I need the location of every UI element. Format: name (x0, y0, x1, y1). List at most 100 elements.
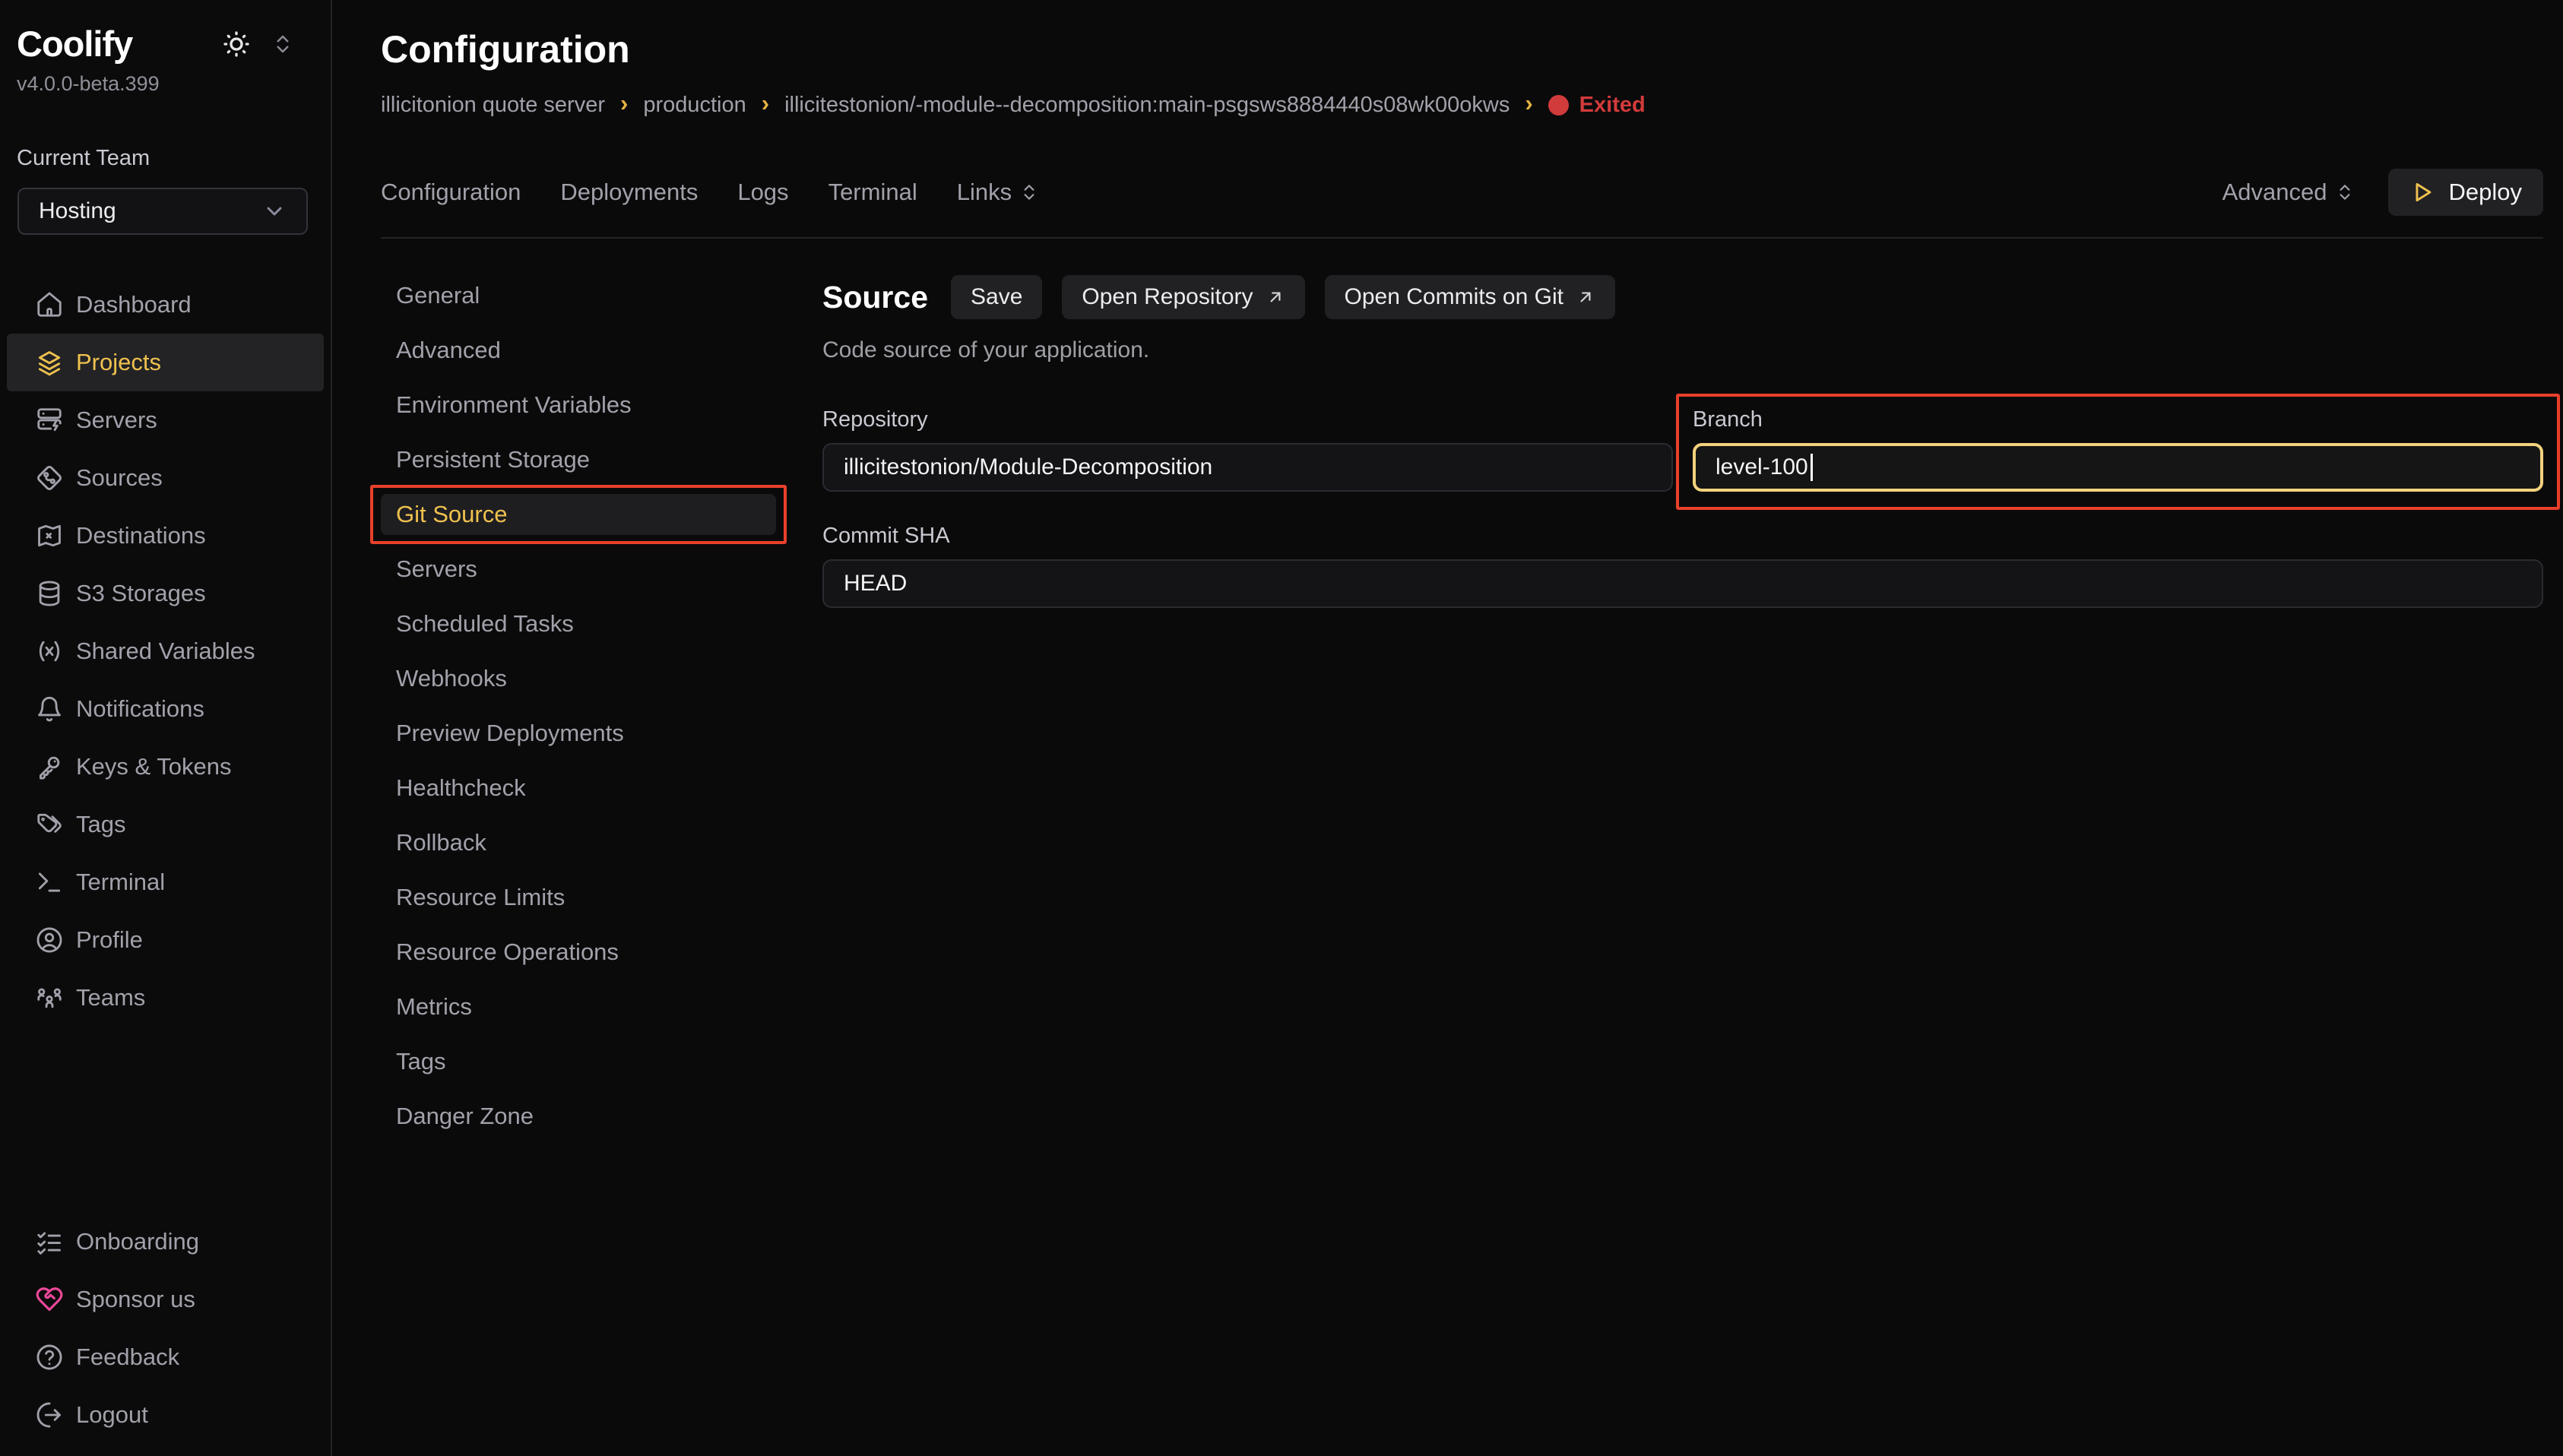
repository-field: Repository illicitestonion/Module-Decomp… (822, 407, 1673, 492)
sidebar-nav: Dashboard Projects Servers Sources Desti… (0, 276, 331, 1027)
key-icon (35, 752, 64, 781)
tab-terminal[interactable]: Terminal (828, 179, 917, 206)
sidebar-item-destinations[interactable]: Destinations (7, 507, 324, 565)
sidebar-item-notifications[interactable]: Notifications (7, 680, 324, 738)
breadcrumb-separator: › (1525, 90, 1532, 117)
subnav-item-general[interactable]: General (381, 275, 776, 316)
save-button[interactable]: Save (951, 275, 1042, 319)
app-logo: Coolify (17, 23, 132, 65)
bell-icon (35, 695, 64, 723)
sidebar-item-keys-tokens[interactable]: Keys & Tokens (7, 738, 324, 796)
subnav-item-danger-zone[interactable]: Danger Zone (381, 1096, 776, 1137)
settings-subnav: General Advanced Environment Variables P… (381, 275, 776, 1456)
subnav-item-git-source[interactable]: Git Source (381, 494, 776, 535)
page-title: Configuration (381, 27, 2543, 71)
sidebar-item-label: Logout (76, 1401, 148, 1429)
subnav-item-resource-operations[interactable]: Resource Operations (381, 932, 776, 973)
subnav-item-tags[interactable]: Tags (381, 1041, 776, 1082)
subnav-item-rollback[interactable]: Rollback (381, 822, 776, 863)
theme-controls (221, 29, 294, 59)
sidebar-item-servers[interactable]: Servers (7, 391, 324, 449)
sidebar-item-projects[interactable]: Projects (7, 334, 324, 391)
subnav-item-webhooks[interactable]: Webhooks (381, 658, 776, 699)
subnav-item-healthcheck[interactable]: Healthcheck (381, 768, 776, 809)
commit-sha-field: Commit SHA HEAD (822, 524, 2543, 608)
sidebar-item-label: Tags (76, 811, 125, 838)
tab-label: Logs (737, 179, 788, 206)
advanced-dropdown[interactable]: Advanced (2222, 179, 2355, 206)
arrow-up-right-icon (1266, 287, 1285, 307)
open-commits-label: Open Commits on Git (1345, 284, 1563, 310)
open-repository-label: Open Repository (1082, 284, 1253, 310)
sidebar-item-label: S3 Storages (76, 580, 206, 607)
tabbar-divider (381, 237, 2543, 239)
commit-sha-input[interactable]: HEAD (822, 559, 2543, 608)
annotation-box: Git Source (370, 485, 787, 544)
sidebar-item-terminal[interactable]: Terminal (7, 853, 324, 911)
tab-label: Links (957, 179, 1012, 206)
database-icon (35, 579, 64, 608)
tab-deployments[interactable]: Deployments (560, 179, 698, 206)
subnav-item-environment-variables[interactable]: Environment Variables (381, 385, 776, 426)
sidebar: Coolify v4.0.0-beta.399 Current Team Hos… (0, 0, 332, 1456)
subnav-item-servers[interactable]: Servers (381, 549, 776, 590)
sidebar-item-dashboard[interactable]: Dashboard (7, 276, 324, 334)
sidebar-item-label: Teams (76, 984, 145, 1011)
sidebar-item-s3-storages[interactable]: S3 Storages (7, 565, 324, 622)
subnav-item-metrics[interactable]: Metrics (381, 986, 776, 1027)
sidebar-item-feedback[interactable]: Feedback (7, 1328, 324, 1386)
subnav-item-preview-deployments[interactable]: Preview Deployments (381, 713, 776, 754)
sidebar-item-shared-variables[interactable]: Shared Variables (7, 622, 324, 680)
arrow-up-right-icon (1576, 287, 1595, 307)
breadcrumb-separator: › (762, 90, 769, 117)
variable-icon (35, 637, 64, 666)
sidebar-bottom-nav: Onboarding Sponsor us Feedback Logout (0, 1213, 331, 1444)
sidebar-item-onboarding[interactable]: Onboarding (7, 1213, 324, 1271)
breadcrumb: illicitonion quote server › production ›… (381, 91, 2543, 119)
sidebar-item-sponsor-us[interactable]: Sponsor us (7, 1271, 324, 1328)
tab-links[interactable]: Links (957, 179, 1039, 206)
save-label: Save (971, 284, 1022, 310)
subnav-item-persistent-storage[interactable]: Persistent Storage (381, 439, 776, 480)
sidebar-item-profile[interactable]: Profile (7, 911, 324, 969)
source-header: Source Save Open Repository Open Commits… (822, 275, 2543, 319)
git-source-form: Source Save Open Repository Open Commits… (776, 275, 2543, 1456)
sidebar-item-teams[interactable]: Teams (7, 969, 324, 1027)
subnav-item-advanced[interactable]: Advanced (381, 330, 776, 371)
chevrons-up-down-icon[interactable] (271, 33, 294, 55)
subnav-item-scheduled-tasks[interactable]: Scheduled Tasks (381, 603, 776, 644)
sidebar-item-tags[interactable]: Tags (7, 796, 324, 853)
branch-input[interactable]: level-100 (1693, 443, 2543, 492)
open-commits-button[interactable]: Open Commits on Git (1325, 275, 1615, 319)
tab-label: Terminal (828, 179, 917, 206)
subnav-item-resource-limits[interactable]: Resource Limits (381, 877, 776, 918)
text-cursor (1811, 454, 1813, 481)
breadcrumb-environment[interactable]: production (643, 93, 746, 118)
sidebar-item-label: Profile (76, 926, 143, 954)
logo-row: Coolify (0, 23, 331, 65)
tab-actions: Advanced Deploy (2222, 169, 2543, 216)
current-team-label: Current Team (0, 146, 331, 171)
tab-logs[interactable]: Logs (737, 179, 788, 206)
commit-sha-value: HEAD (844, 571, 907, 597)
open-repository-button[interactable]: Open Repository (1062, 275, 1304, 319)
main-content: Configuration illicitonion quote server … (332, 0, 2563, 1456)
sun-icon[interactable] (221, 29, 252, 59)
users-icon (35, 983, 64, 1012)
deploy-button[interactable]: Deploy (2388, 169, 2544, 216)
sidebar-item-label: Dashboard (76, 291, 192, 318)
repository-input[interactable]: illicitestonion/Module-Decomposition (822, 443, 1673, 492)
sidebar-item-label: Keys & Tokens (76, 753, 231, 780)
breadcrumb-application[interactable]: illicitestonion/-module--decomposition:m… (784, 93, 1510, 118)
sidebar-item-label: Notifications (76, 695, 204, 723)
sidebar-item-label: Servers (76, 407, 157, 434)
repository-value: illicitestonion/Module-Decomposition (844, 454, 1212, 480)
sidebar-item-logout[interactable]: Logout (7, 1386, 324, 1444)
breadcrumb-project[interactable]: illicitonion quote server (381, 93, 605, 118)
git-icon (35, 464, 64, 492)
sidebar-item-sources[interactable]: Sources (7, 449, 324, 507)
branch-value: level-100 (1716, 454, 1808, 480)
team-select[interactable]: Hosting (17, 188, 308, 235)
tab-configuration[interactable]: Configuration (381, 179, 521, 206)
app-version: v4.0.0-beta.399 (0, 72, 331, 96)
